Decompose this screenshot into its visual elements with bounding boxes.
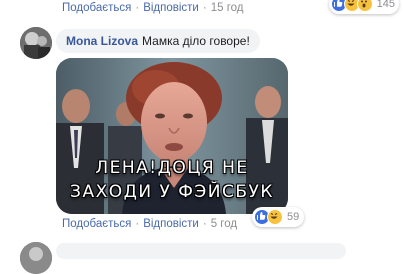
comment-actions: Подобається · Відповісти · 5 год xyxy=(62,218,237,230)
meme-caption-line2: ЗАХОДИ У ФЭЙСБУК xyxy=(70,182,274,202)
like-link[interactable]: Подобається xyxy=(62,218,131,230)
timestamp[interactable]: 15 год xyxy=(211,2,244,14)
reaction-count: 145 xyxy=(376,0,395,10)
wow-icon xyxy=(356,0,373,12)
reaction-count: 59 xyxy=(287,211,300,223)
like-link[interactable]: Подобається xyxy=(62,2,131,14)
avatar[interactable] xyxy=(20,242,52,274)
separator-dot: · xyxy=(202,2,207,14)
haha-icon xyxy=(267,209,283,225)
meme-caption-line1: ЛЕНА!ДОЦЯ НЕ xyxy=(95,158,249,178)
comment-author[interactable]: Mona Lizova xyxy=(66,34,138,48)
previous-comment-reactions[interactable]: 145 xyxy=(328,0,399,14)
previous-comment-actions: Подобається · Відповісти · 15 год xyxy=(62,2,244,14)
next-comment-bubble xyxy=(56,243,346,259)
separator-dot: · xyxy=(135,2,140,14)
reply-link[interactable]: Відповісти xyxy=(143,2,199,14)
comment-bubble: Mona Lizova Мамка діло говоре! xyxy=(56,29,260,53)
separator-dot: · xyxy=(202,218,207,230)
reply-link[interactable]: Відповісти xyxy=(143,218,199,230)
meme-image[interactable]: ЛЕНА!ДОЦЯ НЕ ЗАХОДИ У ФЭЙСБУК xyxy=(56,58,288,214)
timestamp[interactable]: 5 год xyxy=(211,218,237,230)
comment-text: Мамка діло говоре! xyxy=(142,34,250,48)
comment-reactions[interactable]: 59 xyxy=(252,207,305,227)
avatar[interactable] xyxy=(20,27,52,59)
separator-dot: · xyxy=(135,218,140,230)
